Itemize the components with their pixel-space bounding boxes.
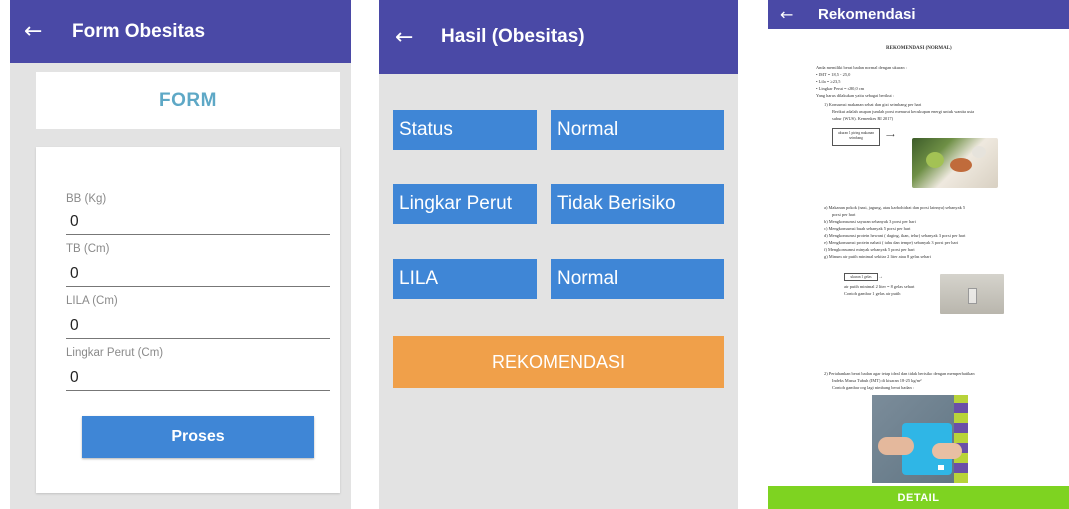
tb-underline [66, 286, 330, 287]
doc-item1: 1) Konsumsi makanan sehat dan gizi seimb… [824, 102, 922, 107]
doc-sub-item: c) Mengkonsumsi buah sebanyak 5 porsi pe… [824, 226, 911, 231]
status-label: Status [393, 110, 537, 150]
doc-heading: REKOMENDASI (NORMAL) [886, 46, 952, 51]
form-card-title: FORM [159, 89, 217, 111]
doc-bullet: • IMT = 18,5 - 25,0 [816, 72, 851, 77]
doc-item1-desc: Berikut adalah asupan jumlah porsi menur… [832, 109, 975, 114]
lila-label: LILA [393, 259, 537, 299]
app-bar: ← Rekomendasi [768, 0, 1069, 29]
food-rice-shape [972, 146, 986, 158]
doc-bullet: • Lingkar Perut = ≤80,0 cm [816, 86, 865, 91]
plate-label-text: ukuran 1 piring makanan seimbang [837, 131, 875, 140]
app-bar: ← Hasil (Obesitas) [379, 0, 738, 74]
arrow-right-icon: → [878, 275, 883, 280]
hand-shape [932, 443, 962, 459]
lingkar-perut-input[interactable]: 0 [70, 369, 79, 387]
doc-bullet: • Lila = ≥23,5 [816, 79, 841, 84]
arrow-right-icon: ⟶ [886, 133, 895, 139]
lingkar-perut-label: Lingkar Perut [393, 184, 537, 224]
detail-button[interactable]: DETAIL [768, 486, 1069, 509]
arrow-back-icon[interactable]: ← [395, 25, 423, 50]
doc-sub-item: porsi per hari [832, 212, 856, 217]
doc-item2: Indeks Massa Tubuh (IMT) di kisaran 18-2… [832, 378, 922, 383]
form-screen: ← Form Obesitas FORM BB (Kg) 0 TB (Cm) 0… [10, 0, 351, 509]
scale-display [938, 465, 944, 470]
doc-sub-item: d) Mengkonsumsi protein hewani ( daging,… [824, 233, 966, 238]
glass-label-box: ukuran 1 gelas [844, 273, 878, 281]
doc-sub-item: e) Mengkonsumsi protein nabati ( tahu da… [824, 240, 959, 245]
rekomendasi-button[interactable]: REKOMENDASI [393, 336, 724, 388]
food-salad-shape [926, 152, 944, 168]
app-bar: ← Form Obesitas [10, 0, 351, 63]
arrow-back-icon[interactable]: ← [24, 19, 48, 44]
hand-shape [878, 437, 914, 455]
doc-item2: Contoh gambar org lagi nimbang berat bad… [832, 385, 914, 390]
screen-title: Rekomendasi [818, 6, 916, 23]
floor-mat-shape [954, 395, 968, 483]
doc-sub-item: f) Mengkonsumsi minyak sebanyak 5 porsi … [824, 247, 915, 252]
screen-title: Form Obesitas [72, 20, 206, 42]
form-header-card: FORM [36, 72, 340, 129]
lingkar-perut-value: Tidak Berisiko [551, 184, 724, 224]
food-meat-shape [950, 158, 972, 172]
lila-input[interactable]: 0 [70, 317, 79, 335]
doc-item1-desc: subur (WUS). Kemenkes RI 2017) [832, 116, 894, 121]
tb-label: TB (Cm) [66, 243, 110, 255]
hasil-screen: ← Hasil (Obesitas) Status Normal Lingkar… [379, 0, 738, 509]
doc-sub-item: g) Minum air putih minimal sekitar 2 lit… [824, 254, 931, 259]
proses-button[interactable]: Proses [82, 416, 314, 458]
status-value: Normal [551, 110, 724, 150]
bb-label: BB (Kg) [66, 193, 107, 205]
recommendation-document[interactable]: REKOMENDASI (NORMAL) Anda memiliki berat… [768, 29, 1069, 486]
doc-todo: Yang harus dilakukan yaitu sebagai berik… [816, 93, 895, 98]
lila-value: Normal [551, 259, 724, 299]
rekomendasi-screen: ← Rekomendasi REKOMENDASI (NORMAL) Anda … [768, 0, 1069, 509]
glass-shape [968, 288, 977, 304]
glass-text: air putih minimal 2 liter = 8 gelas seha… [844, 284, 915, 289]
screen-title: Hasil (Obesitas) [441, 26, 585, 47]
tb-input[interactable]: 0 [70, 265, 79, 283]
lila-underline [66, 338, 330, 339]
glass-text: Contoh gambar 1 gelas air putih [844, 291, 901, 296]
glass-water-photo [940, 274, 1004, 314]
bb-underline [66, 234, 330, 235]
weighing-scale-photo [872, 395, 968, 483]
lingkar-perut-underline [66, 390, 330, 391]
form-card: BB (Kg) 0 TB (Cm) 0 LILA (Cm) 0 Lingkar … [36, 147, 340, 493]
doc-intro: Anda memiliki berat badan normal dengan … [816, 65, 907, 70]
balanced-plate-photo [912, 138, 998, 188]
doc-sub-item: b) Mengkonsumsi sayuran sebanyak 3 porsi… [824, 219, 916, 224]
lila-label: LILA (Cm) [66, 295, 118, 307]
doc-item2: 2) Pertahankan berat badan agar tetap id… [824, 371, 975, 376]
doc-sub-item: a) Makanan pokok (nasi, jagung, atau kar… [824, 205, 966, 210]
bb-input[interactable]: 0 [70, 213, 79, 231]
lingkar-perut-label: Lingkar Perut (Cm) [66, 347, 164, 359]
arrow-back-icon[interactable]: ← [780, 5, 800, 24]
plate-label-box: ukuran 1 piring makanan seimbang [832, 128, 880, 146]
